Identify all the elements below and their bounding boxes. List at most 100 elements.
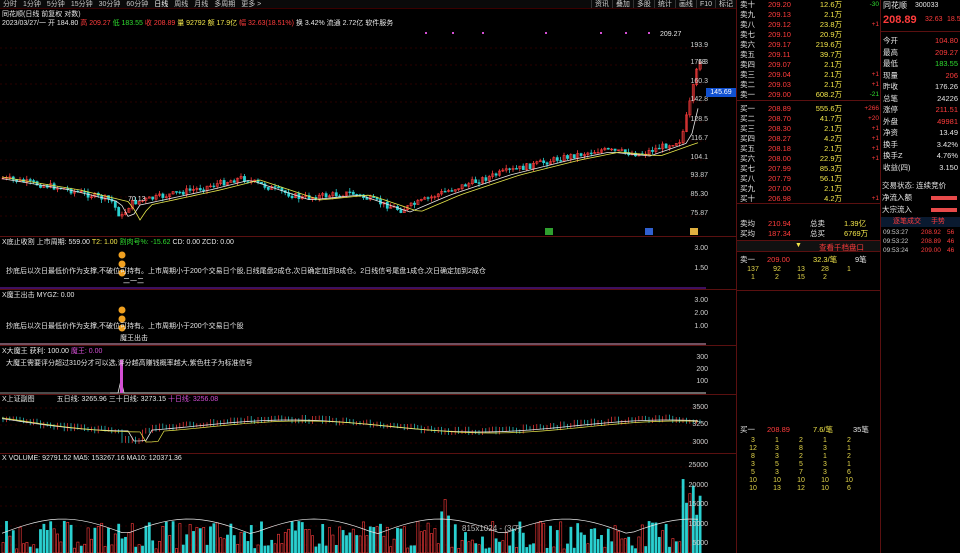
trade-tabs: 逐笔成交 手势 bbox=[881, 217, 960, 227]
signal-dot bbox=[600, 32, 602, 34]
indicator-panel-1[interactable]: X底止收割 上市周期: 559.00 T2: 1.00 割肉号%: -15.62… bbox=[0, 237, 736, 289]
indicator-panel-3[interactable]: X大魔王 获利: 100.00 魔王: 0.00 大魔王需要评分超过310分才可… bbox=[0, 346, 736, 394]
volume-bar bbox=[661, 530, 665, 553]
ask-level-row[interactable]: 卖五 209.11 39.7万 bbox=[740, 50, 880, 60]
ask-level-row[interactable]: 卖六 209.17 219.6万 bbox=[740, 40, 880, 50]
volume-bar bbox=[372, 527, 376, 553]
tab-tick-trades[interactable]: 逐笔成交 bbox=[893, 217, 921, 227]
view-depth-link[interactable]: 查看千档盘口 bbox=[819, 242, 864, 253]
period-tab[interactable]: 月线 bbox=[191, 0, 211, 8]
kline-chart[interactable] bbox=[0, 28, 736, 236]
volume-bar bbox=[606, 528, 610, 553]
period-tab-daily[interactable]: 日线 bbox=[151, 0, 171, 8]
image-counter: 815x1024 - (3/7) bbox=[462, 524, 521, 533]
period-tab[interactable]: 30分钟 bbox=[96, 0, 124, 8]
level-price: 209.11 bbox=[768, 50, 791, 59]
ask-level-row[interactable]: 卖一 209.00 608.2万 -21 bbox=[740, 90, 880, 100]
bid-level-row[interactable]: 买四 208.27 4.2万 +1 bbox=[740, 134, 880, 144]
bid-level-row[interactable]: 买八 207.79 56.1万 bbox=[740, 174, 880, 184]
volume-bar bbox=[113, 533, 117, 553]
volume-bar bbox=[18, 527, 22, 553]
level-volume: 2.1万 bbox=[824, 144, 842, 153]
level-delta: +1 bbox=[871, 135, 879, 142]
candle-body bbox=[521, 165, 525, 170]
kline-panel[interactable]: 193.9 176.3 160.3 142.8 128.5 116.7 104.… bbox=[0, 28, 736, 236]
stats-button[interactable]: 统计 bbox=[653, 0, 675, 8]
candle-body bbox=[657, 147, 661, 150]
queue-cell: 3 bbox=[823, 445, 827, 452]
volume-bar bbox=[76, 541, 80, 553]
more-periods[interactable]: 更多 > bbox=[238, 0, 264, 8]
bid-level-row[interactable]: 买五 208.18 2.1万 +1 bbox=[740, 144, 880, 154]
volume-bar bbox=[579, 532, 583, 553]
news-button[interactable]: 资讯 bbox=[590, 0, 612, 8]
period-tab[interactable]: 分时 bbox=[0, 0, 20, 8]
ask-level-row[interactable]: 卖三 209.04 2.1万 +1 bbox=[740, 70, 880, 80]
period-tab[interactable]: 多周期 bbox=[211, 0, 238, 8]
ask-level-row[interactable]: 卖九 209.13 2.1万 bbox=[740, 10, 880, 20]
volume-bar bbox=[589, 528, 593, 553]
mark-button[interactable]: 标记 bbox=[715, 0, 736, 8]
tab-hand-count[interactable]: 手势 bbox=[931, 217, 945, 227]
bid-level-row[interactable]: 买七 207.99 85.3万 bbox=[740, 164, 880, 174]
draw-line-button[interactable]: 画线 bbox=[674, 0, 696, 8]
volume-bar bbox=[396, 527, 399, 553]
volume-panel[interactable]: X VOLUME: 92791.52 MA5: 153267.16 MA10: … bbox=[0, 454, 736, 553]
period-tab[interactable]: 5分钟 bbox=[44, 0, 68, 8]
bid-level-row[interactable]: 买六 208.00 22.9万 +1 bbox=[740, 154, 880, 164]
book-divider bbox=[737, 203, 880, 204]
bar-turnover: 换 3.42% bbox=[295, 20, 325, 27]
period-tab[interactable]: 15分钟 bbox=[68, 0, 96, 8]
net-inflow-bar bbox=[931, 196, 957, 200]
volume-bar bbox=[314, 546, 318, 553]
quote-value: 104.80 bbox=[935, 36, 958, 45]
volume-bar bbox=[1, 542, 5, 553]
index-panel[interactable]: X上证副图 五日线: 3265.96 三十日线: 3273.15 十日线: 32… bbox=[0, 395, 736, 453]
arrow-icon: ▼ bbox=[795, 242, 802, 249]
trade-status: 交易状态: 连续竞价 bbox=[882, 181, 947, 190]
overlay-button[interactable]: 叠加 bbox=[611, 0, 633, 8]
level-label: 卖七 bbox=[740, 30, 755, 39]
score-line bbox=[110, 379, 706, 394]
level-volume: 608.2万 bbox=[815, 90, 842, 99]
indicator-note: 抄底后以次日最低价作为支撑,不破位可持有。上市周期小于200个交易日个股 bbox=[6, 323, 244, 330]
ask-level-row[interactable]: 卖四 209.07 2.1万 bbox=[740, 60, 880, 70]
ask-level-row[interactable]: 卖二 209.03 2.1万 +1 bbox=[740, 80, 880, 90]
ask-level-row[interactable]: 卖十 209.20 12.6万 -30 bbox=[740, 0, 880, 10]
indicator-panel-2[interactable]: X魔王出击 MYGZ: 0.00 抄底后以次日最低价作为支撑,不破位可持有。上市… bbox=[0, 290, 736, 345]
level-label: 卖四 bbox=[740, 60, 755, 69]
indicator-axis-label: 100 bbox=[696, 378, 708, 385]
volume-bar bbox=[127, 532, 131, 553]
ask-level-row[interactable]: 卖七 209.10 20.9万 bbox=[740, 30, 880, 40]
quote-label: 总笔 bbox=[883, 93, 898, 103]
level-price: 208.70 bbox=[768, 114, 791, 123]
volume-bar bbox=[32, 544, 36, 553]
queue-volume: 32.3/笔 bbox=[813, 255, 838, 264]
candle-body bbox=[178, 191, 182, 194]
period-tab[interactable]: 1分钟 bbox=[20, 0, 44, 8]
volume-bar bbox=[678, 541, 682, 553]
ask-level-row[interactable]: 卖八 209.12 23.8万 +1 bbox=[740, 20, 880, 30]
volume-bar bbox=[355, 535, 359, 553]
volume-bar bbox=[45, 530, 49, 553]
period-tab[interactable]: 60分钟 bbox=[123, 0, 151, 8]
bid-level-row[interactable]: 买九 207.00 2.1万 bbox=[740, 184, 880, 194]
bid-level-row[interactable]: 买一 208.89 555.6万 +266 bbox=[740, 104, 880, 114]
queue-cell: 3 bbox=[823, 461, 827, 468]
multi-stock-button[interactable]: 多股 bbox=[632, 0, 654, 8]
bar-high: 高 209.27 bbox=[80, 20, 111, 27]
bid-level-row[interactable]: 买二 208.70 41.7万 +20 bbox=[740, 114, 880, 124]
queue-cell: 6 bbox=[847, 469, 851, 476]
trade-price: 209.00 bbox=[921, 247, 941, 254]
level-volume: 4.2万 bbox=[824, 134, 842, 143]
volume-bar bbox=[385, 526, 389, 553]
level-price: 209.03 bbox=[768, 80, 791, 89]
period-tab[interactable]: 周线 bbox=[171, 0, 191, 8]
level-price: 209.10 bbox=[768, 30, 791, 39]
trade-volume: 46 bbox=[947, 247, 955, 254]
volume-bar bbox=[161, 526, 165, 553]
volume-bar bbox=[474, 543, 478, 553]
f10-button[interactable]: F10 bbox=[695, 0, 715, 8]
ma-line bbox=[1, 108, 699, 217]
bid-level-row[interactable]: 买三 208.30 2.1万 +1 bbox=[740, 124, 880, 134]
